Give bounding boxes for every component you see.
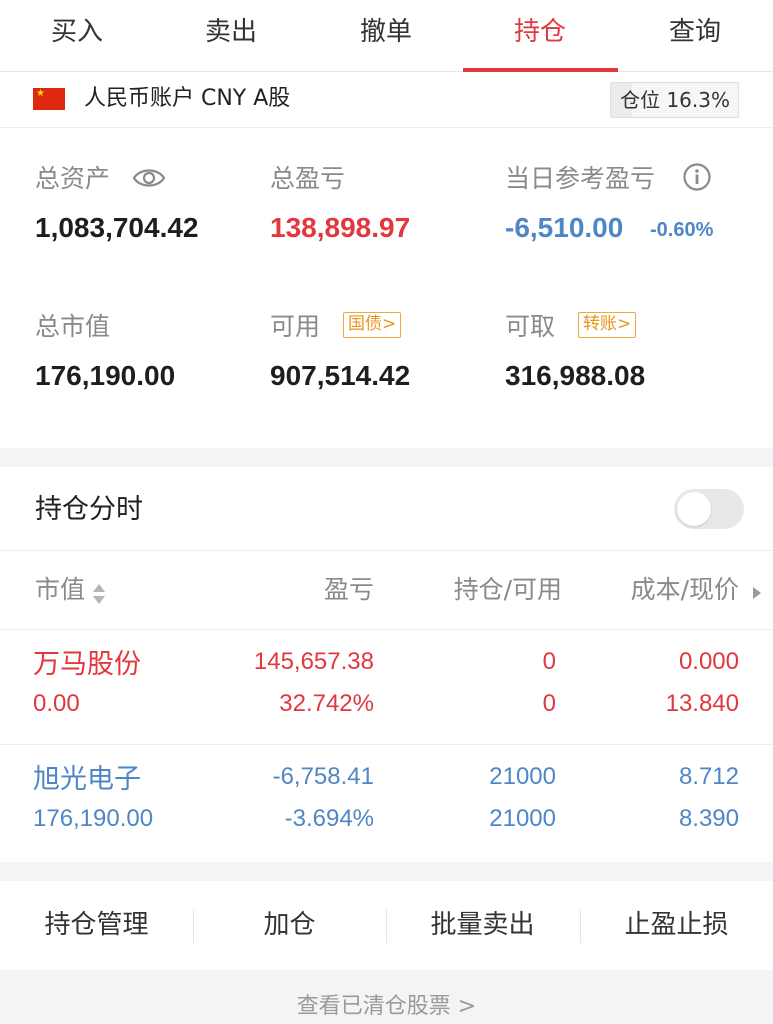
view-cleared-stocks-link[interactable]: 查看已清仓股票 > — [0, 990, 773, 1024]
section-gap — [0, 448, 773, 467]
stock-pnl-percent: 32.742% — [279, 690, 374, 717]
stock-holding: 0 — [542, 648, 556, 675]
account-label: 人民币账户 CNY A股 — [84, 86, 291, 111]
stock-pnl: -6,758.41 — [272, 763, 374, 790]
holdings-column-header: 市值 盈亏 持仓/可用 成本/现价 — [0, 551, 773, 630]
holding-row[interactable]: 旭光电子 176,190.00 -6,758.41 -3.694% 21000 21000… — [0, 745, 773, 860]
stock-market-value: 0.00 — [33, 690, 80, 717]
stock-available: 21000 — [489, 805, 556, 832]
manage-holdings-button[interactable]: 持仓管理 — [0, 881, 193, 970]
tab-sell[interactable]: 卖出 — [154, 0, 308, 72]
holdings-action-bar: 持仓管理 加仓 批量卖出 止盈止损 — [0, 881, 773, 970]
stock-market-value: 176,190.00 — [33, 805, 154, 832]
account-summary: ★ 人民币账户 CNY A股 仓位 16.3% 总资产 1,083,704.42… — [0, 72, 773, 448]
stock-cost: 8.712 — [678, 763, 739, 790]
account-row[interactable]: ★ 人民币账户 CNY A股 仓位 16.3% — [0, 72, 773, 128]
holdings-timeshare-toggle[interactable] — [674, 489, 744, 529]
eye-icon[interactable] — [132, 164, 166, 192]
stock-pnl-percent: -3.694% — [284, 805, 374, 832]
caret-right-icon[interactable] — [752, 586, 762, 600]
stock-pnl: 145,657.38 — [253, 648, 374, 675]
available-value: 907,514.42 — [270, 360, 411, 391]
tab-cancel-order[interactable]: 撤单 — [309, 0, 463, 72]
stock-current-price: 8.390 — [678, 805, 739, 832]
stock-name: 万马股份 — [33, 649, 141, 680]
info-icon[interactable] — [682, 162, 712, 192]
add-position-button[interactable]: 加仓 — [193, 881, 386, 970]
holdings-timeshare-title: 持仓分时 — [35, 494, 143, 525]
total-pnl-label: 总盈亏 — [270, 164, 346, 193]
sort-icon[interactable] — [92, 583, 106, 605]
daily-pnl-value: -6,510.00 — [505, 212, 624, 243]
total-pnl-value: 138,898.97 — [270, 212, 411, 243]
tab-holdings[interactable]: 持仓 — [463, 0, 617, 72]
holdings-section: 持仓分时 市值 盈亏 持仓/可用 成本/现价 万马股份 0.00 145,657.3… — [0, 467, 773, 862]
position-ratio-text: 仓位 16.3% — [620, 88, 730, 112]
tab-query[interactable]: 查询 — [618, 0, 772, 72]
section-gap — [0, 862, 773, 881]
column-cost-price: 成本/现价 — [630, 575, 739, 604]
market-value-value: 176,190.00 — [35, 360, 176, 391]
trade-tab-bar: 买入 卖出 撤单 持仓 查询 — [0, 0, 773, 72]
batch-sell-button[interactable]: 批量卖出 — [386, 881, 579, 970]
stock-available: 0 — [542, 690, 556, 717]
withdrawable-label: 可取 — [505, 312, 556, 341]
toggle-knob — [677, 492, 711, 526]
china-flag-icon: ★ — [33, 88, 65, 110]
stock-current-price: 13.840 — [665, 690, 739, 717]
transfer-tag[interactable]: 转账> — [578, 312, 637, 338]
withdrawable-value: 316,988.08 — [505, 360, 646, 391]
treasury-bond-tag[interactable]: 国债> — [343, 312, 402, 338]
stock-holding: 21000 — [489, 763, 556, 790]
holding-row[interactable]: 万马股份 0.00 145,657.38 32.742% 0 0 0.000 13.840 — [0, 630, 773, 745]
tab-buy[interactable]: 买入 — [0, 0, 154, 72]
total-assets-label: 总资产 — [35, 164, 111, 193]
stock-cost: 0.000 — [678, 648, 739, 675]
column-market-value[interactable]: 市值 — [35, 573, 85, 607]
stock-name: 旭光电子 — [33, 764, 141, 795]
holdings-header: 持仓分时 — [0, 467, 773, 551]
column-holding-available: 持仓/可用 — [453, 575, 562, 604]
position-ratio-badge: 仓位 16.3% — [610, 82, 739, 118]
column-pnl: 盈亏 — [323, 575, 374, 604]
available-label: 可用 — [270, 312, 321, 341]
market-value-label: 总市值 — [35, 312, 111, 341]
take-profit-stop-loss-button[interactable]: 止盈止损 — [580, 881, 773, 970]
daily-pnl-label: 当日参考盈亏 — [505, 164, 656, 193]
daily-pnl-percent: -0.60% — [650, 219, 714, 241]
total-assets-value: 1,083,704.42 — [35, 212, 199, 243]
